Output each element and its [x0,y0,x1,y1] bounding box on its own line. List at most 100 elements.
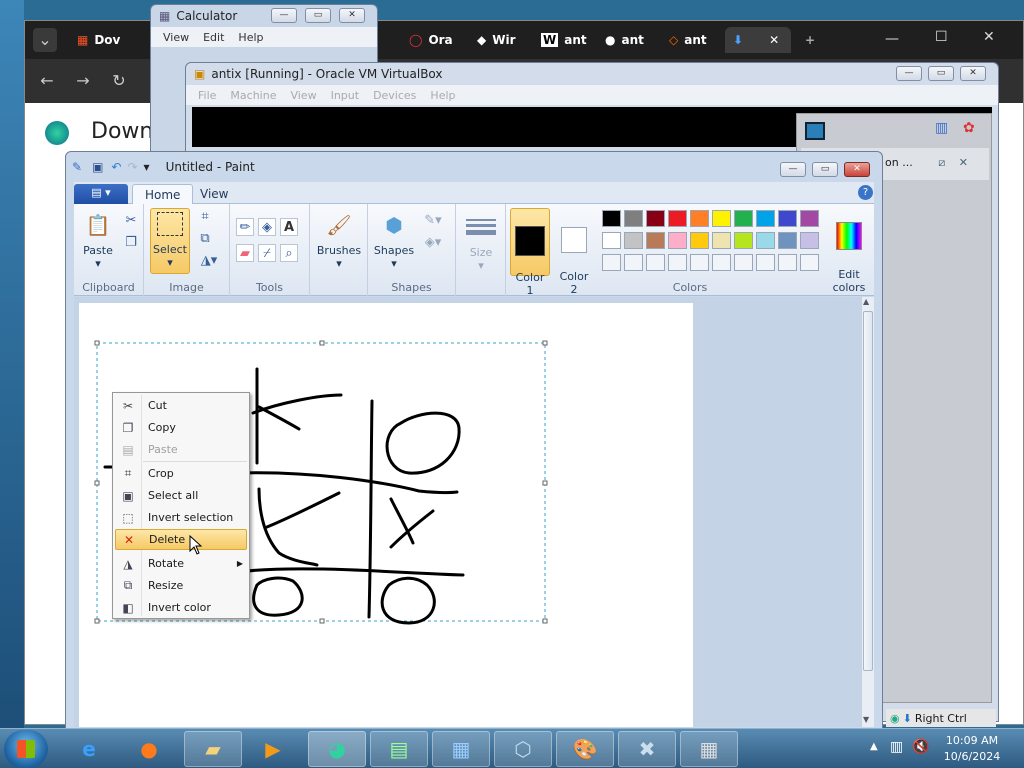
menu-item-paste[interactable]: ▤ Paste [115,439,247,460]
taskbar-xp-icon[interactable]: ✖ [618,731,676,767]
scroll-up-icon[interactable]: ▲ [863,297,869,306]
browser-tab-antix-2[interactable]: ◇ ant [661,27,725,53]
palette-swatch[interactable] [668,210,687,227]
palette-swatch[interactable] [734,254,753,271]
calculator-minimize-button[interactable]: — [271,8,297,23]
palette-swatch[interactable] [624,254,643,271]
palette-swatch[interactable] [778,232,797,249]
shapes-button[interactable]: ⬢ Shapes ▾ [372,210,416,270]
vbox-menu-machine[interactable]: Machine [230,89,276,102]
vbox-menu-file[interactable]: File [198,89,216,102]
menu-item-invert-color[interactable]: ◧ Invert color [115,597,247,618]
back-icon[interactable]: ← [35,69,59,93]
vbox-close-button[interactable]: ✕ [960,66,986,81]
select-button[interactable]: Select ▾ [150,208,190,274]
palette-swatch[interactable] [624,232,643,249]
browser-tab-oracle[interactable]: ◯ Ora [401,27,471,53]
menu-item-rotate[interactable]: ◮ Rotate ▶ [115,553,247,574]
palette-swatch[interactable] [646,210,665,227]
palette-swatch[interactable] [668,254,687,271]
palette-swatch[interactable] [690,254,709,271]
vbox-menu-input[interactable]: Input [331,89,359,102]
vbox-menu-help[interactable]: Help [430,89,455,102]
taskbar-terminal-icon[interactable]: ▤ [370,731,428,767]
close-icon[interactable]: ✕ [983,29,995,45]
menu-item-copy[interactable]: ❐ Copy [115,417,247,438]
text-tool-icon[interactable]: A [280,218,298,236]
palette-swatch[interactable] [734,232,753,249]
tab-view[interactable]: View [188,184,240,205]
file-menu-button[interactable]: ▤ ▾ [74,184,128,204]
palette-swatch[interactable] [646,232,665,249]
menu-item-invert-selection[interactable]: ⬚ Invert selection [115,507,247,528]
reload-icon[interactable]: ↻ [107,69,131,93]
taskbar-virtualbox-icon[interactable]: ⬡ [494,731,552,767]
vbox-menu-devices[interactable]: Devices [373,89,416,102]
palette-swatch[interactable] [602,210,621,227]
menu-item-select-all[interactable]: ▣ Select all [115,485,247,506]
tab-list-button[interactable]: ⌄ [33,28,57,52]
network-tray-icon[interactable]: ▥ [890,739,903,755]
taskbar-control-panel-icon[interactable]: ▦ [432,731,490,767]
palette-swatch[interactable] [712,210,731,227]
scrollbar-thumb[interactable] [863,311,873,671]
magnifier-icon[interactable]: ⌕ [280,244,298,262]
brushes-button[interactable]: 🖌 Brushes ▾ [316,210,362,270]
palette-swatch[interactable] [756,210,775,227]
undo-icon[interactable]: ↶ [111,160,121,174]
maximize-icon[interactable]: ☐ [935,29,948,45]
volume-muted-icon[interactable]: 🔇 [912,739,929,755]
eraser-icon[interactable]: ▰ [236,244,254,262]
palette-swatch[interactable] [778,254,797,271]
palette-swatch[interactable] [690,232,709,249]
size-button[interactable]: Size ▾ [462,212,500,272]
taskbar-calculator-icon[interactable]: ▦ [680,731,738,767]
palette-swatch[interactable] [602,254,621,271]
vbox-discard-icon[interactable]: ✿ [963,120,975,136]
pin-icon[interactable]: ⧄ [938,156,945,169]
color1-button[interactable]: Color 1 [510,208,550,297]
browser-tab-antix-1[interactable]: ● ant [597,27,661,53]
shape-fill-icon[interactable]: ◈▾ [420,234,446,252]
menu-item-resize[interactable]: ⧉ Resize [115,575,247,596]
resize-icon[interactable]: ⧉ [196,230,214,248]
palette-swatch[interactable] [712,232,731,249]
paint-maximize-button[interactable]: ▭ [812,162,838,177]
palette-swatch[interactable] [800,210,819,227]
vbox-menu-view[interactable]: View [290,89,316,102]
browser-tab-windows[interactable]: ◆ Wir [469,27,533,53]
vertical-scrollbar[interactable]: ▲ ▼ [861,297,874,727]
vm-monitor-icon[interactable] [805,122,825,140]
palette-swatch[interactable] [756,232,775,249]
rotate-icon[interactable]: ◮▾ [196,252,222,270]
taskbar-clock[interactable]: 10:09 AM 10/6/2024 [932,733,1012,765]
close-tab-icon[interactable]: ✕ [769,33,779,47]
palette-swatch[interactable] [690,210,709,227]
taskbar-paint-icon[interactable]: 🎨 [556,731,614,767]
paint-titlebar[interactable]: ✎ ▣ ↶ ↷ ▾ Untitled - Paint [66,152,882,182]
copy-icon[interactable]: ❐ [122,234,140,252]
taskbar-firefox-icon[interactable]: ● [120,731,178,767]
quick-access-dropdown-icon[interactable]: ▾ [144,160,150,174]
vbox-minimize-button[interactable]: — [896,66,922,81]
palette-swatch[interactable] [646,254,665,271]
taskbar-media-player-icon[interactable]: ▶ [244,731,302,767]
outline-icon[interactable]: ✎▾ [420,212,446,230]
palette-swatch[interactable] [778,210,797,227]
tray-expand-icon[interactable]: ▲ [870,741,878,752]
calculator-close-button[interactable]: ✕ [339,8,365,23]
fill-icon[interactable]: ◈ [258,218,276,236]
browser-tab-1[interactable]: ▦ Dov [69,27,139,53]
calc-menu-edit[interactable]: Edit [203,31,224,44]
menu-item-crop[interactable]: ⌗ Crop [115,463,247,484]
cut-icon[interactable]: ✂ [122,212,140,230]
browser-tab-download-active[interactable]: ⬇ ✕ [725,27,791,53]
palette-swatch[interactable] [668,232,687,249]
vbox-settings-icon[interactable]: ▥ [935,120,948,136]
palette-swatch[interactable] [602,232,621,249]
save-icon[interactable]: ▣ [92,160,103,174]
new-tab-button[interactable]: + [797,27,821,53]
color-picker-icon[interactable]: ⌿ [258,244,276,262]
virtualbox-titlebar[interactable]: ▣ antix [Running] - Oracle VM VirtualBox [186,63,998,85]
palette-swatch[interactable] [624,210,643,227]
